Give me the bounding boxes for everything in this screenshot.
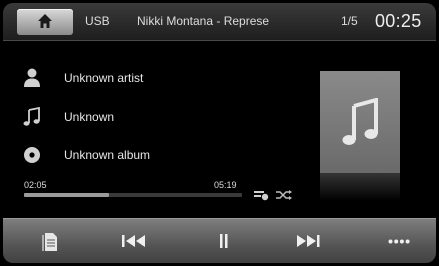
- next-icon: [297, 235, 320, 247]
- shuffle-icon[interactable]: [275, 189, 293, 201]
- track-title: Nikki Montana - Represe: [137, 14, 270, 28]
- album-disc-icon: [24, 147, 40, 163]
- clock: 00:25: [375, 11, 422, 31]
- home-icon: [38, 14, 52, 28]
- pause-button[interactable]: [203, 219, 243, 263]
- repeat-icon[interactable]: [253, 189, 269, 201]
- album-art-reflection: [320, 173, 400, 201]
- total-time: 05:19: [214, 180, 237, 190]
- previous-icon: [122, 235, 145, 247]
- more-icon: [388, 239, 410, 244]
- source-label: USB: [85, 14, 110, 28]
- now-playing-panel: Unknown artist Unknown Unknown album 02:…: [3, 41, 436, 217]
- previous-button[interactable]: [113, 219, 153, 263]
- control-bar: [3, 218, 436, 263]
- music-note-icon: [342, 98, 378, 145]
- elapsed-time: 02:05: [24, 180, 47, 190]
- title-label: Unknown: [64, 110, 115, 124]
- pause-icon: [220, 234, 228, 248]
- header-bar: USB Nikki Montana - Represe 1/5 00:25: [3, 3, 436, 41]
- progress-bar[interactable]: [24, 193, 242, 197]
- track-index: 1/5: [341, 14, 358, 28]
- browse-button[interactable]: [33, 219, 73, 263]
- next-button[interactable]: [288, 219, 328, 263]
- more-button[interactable]: [378, 219, 418, 263]
- album-label: Unknown album: [64, 148, 151, 162]
- progress-fill: [24, 193, 110, 197]
- browse-icon: [42, 233, 57, 251]
- media-player-screen: USB Nikki Montana - Represe 1/5 00:25 Un…: [3, 3, 436, 263]
- album-art: [320, 71, 400, 173]
- artist-icon: [24, 68, 40, 87]
- artist-label: Unknown artist: [64, 71, 144, 85]
- home-button[interactable]: [17, 9, 73, 35]
- music-note-icon: [23, 107, 40, 126]
